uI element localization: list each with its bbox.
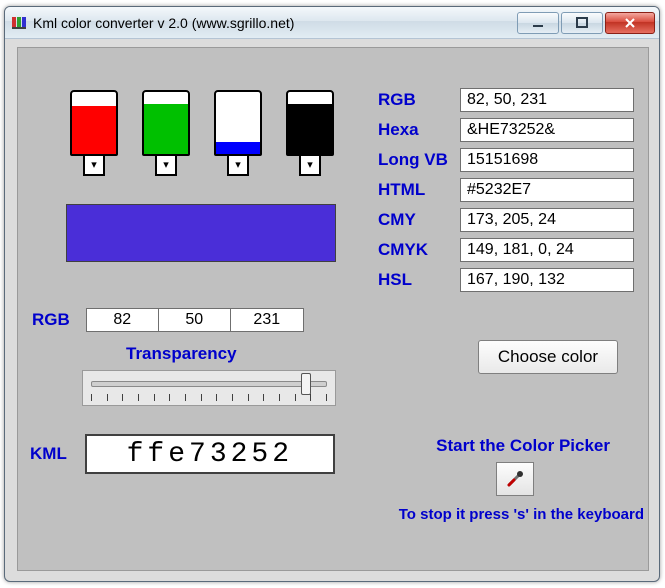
output-label-rgb: RGB bbox=[378, 90, 460, 110]
rgb-triple-input: 82 50 231 bbox=[86, 308, 304, 332]
output-value-longvb[interactable]: 15151698 bbox=[460, 148, 634, 172]
app-window: Kml color converter v 2.0 (www.sgrillo.n… bbox=[4, 6, 660, 582]
chevron-down-icon: ▾ bbox=[91, 160, 97, 171]
output-label-longvb: Long VB bbox=[378, 150, 460, 170]
bottle-blue[interactable]: ▾ bbox=[210, 90, 266, 200]
close-button[interactable] bbox=[605, 12, 655, 34]
output-label-cmyk: CMYK bbox=[378, 240, 460, 260]
minimize-button[interactable] bbox=[517, 12, 559, 34]
kml-row: KML ffe73252 bbox=[30, 434, 335, 474]
bottle-red[interactable]: ▾ bbox=[66, 90, 122, 200]
maximize-button[interactable] bbox=[561, 12, 603, 34]
chevron-down-icon: ▾ bbox=[307, 160, 313, 171]
output-row-rgb: RGB82, 50, 231 bbox=[378, 88, 634, 112]
rgb-b-input[interactable]: 231 bbox=[231, 309, 303, 331]
output-row-html: HTML#5232E7 bbox=[378, 178, 634, 202]
rgb-input-label: RGB bbox=[32, 310, 70, 330]
eyedropper-icon bbox=[505, 469, 525, 489]
minimize-icon bbox=[532, 17, 544, 29]
color-swatch bbox=[66, 204, 336, 262]
output-label-hexa: Hexa bbox=[378, 120, 460, 140]
chevron-down-icon: ▾ bbox=[235, 160, 241, 171]
chevron-down-icon: ▾ bbox=[163, 160, 169, 171]
output-value-hexa[interactable]: &HE73252& bbox=[460, 118, 634, 142]
output-value-cmyk[interactable]: 149, 181, 0, 24 bbox=[460, 238, 634, 262]
bottle-green[interactable]: ▾ bbox=[138, 90, 194, 200]
rgb-r-input[interactable]: 82 bbox=[87, 309, 159, 331]
output-row-cmy: CMY173, 205, 24 bbox=[378, 208, 634, 232]
bottle-black[interactable]: ▾ bbox=[282, 90, 338, 200]
close-icon bbox=[624, 17, 636, 29]
client-area: ▾ ▾ ▾ ▾ RGB 82 50 bbox=[17, 47, 649, 571]
output-label-html: HTML bbox=[378, 180, 460, 200]
output-row-hsl: HSL167, 190, 132 bbox=[378, 268, 634, 292]
output-value-rgb[interactable]: 82, 50, 231 bbox=[460, 88, 634, 112]
output-label-cmy: CMY bbox=[378, 210, 460, 230]
choose-color-button[interactable]: Choose color bbox=[478, 340, 618, 374]
maximize-icon bbox=[576, 17, 588, 29]
window-controls bbox=[517, 12, 655, 34]
output-row-hexa: Hexa&HE73252& bbox=[378, 118, 634, 142]
kml-output[interactable]: ffe73252 bbox=[85, 434, 335, 474]
color-picker-button[interactable] bbox=[496, 462, 534, 496]
stop-picker-label: To stop it press 's' in the keyboard bbox=[399, 506, 644, 523]
outputs-panel: RGB82, 50, 231Hexa&HE73252&Long VB151516… bbox=[378, 88, 634, 298]
start-picker-label: Start the Color Picker bbox=[436, 436, 610, 456]
titlebar: Kml color converter v 2.0 (www.sgrillo.n… bbox=[5, 7, 659, 39]
output-value-cmy[interactable]: 173, 205, 24 bbox=[460, 208, 634, 232]
transparency-slider[interactable] bbox=[82, 370, 336, 406]
kml-label: KML bbox=[30, 444, 67, 464]
output-row-longvb: Long VB15151698 bbox=[378, 148, 634, 172]
output-label-hsl: HSL bbox=[378, 270, 460, 290]
ink-bottles-row: ▾ ▾ ▾ ▾ bbox=[66, 90, 356, 200]
color-stage: ▾ ▾ ▾ ▾ bbox=[66, 90, 356, 262]
window-title: Kml color converter v 2.0 (www.sgrillo.n… bbox=[33, 15, 517, 31]
output-value-hsl[interactable]: 167, 190, 132 bbox=[460, 268, 634, 292]
rgb-g-input[interactable]: 50 bbox=[159, 309, 231, 331]
app-icon bbox=[11, 15, 27, 31]
output-row-cmyk: CMYK149, 181, 0, 24 bbox=[378, 238, 634, 262]
output-value-html[interactable]: #5232E7 bbox=[460, 178, 634, 202]
transparency-label: Transparency bbox=[126, 344, 237, 364]
rgb-input-row: RGB 82 50 231 bbox=[32, 308, 304, 332]
